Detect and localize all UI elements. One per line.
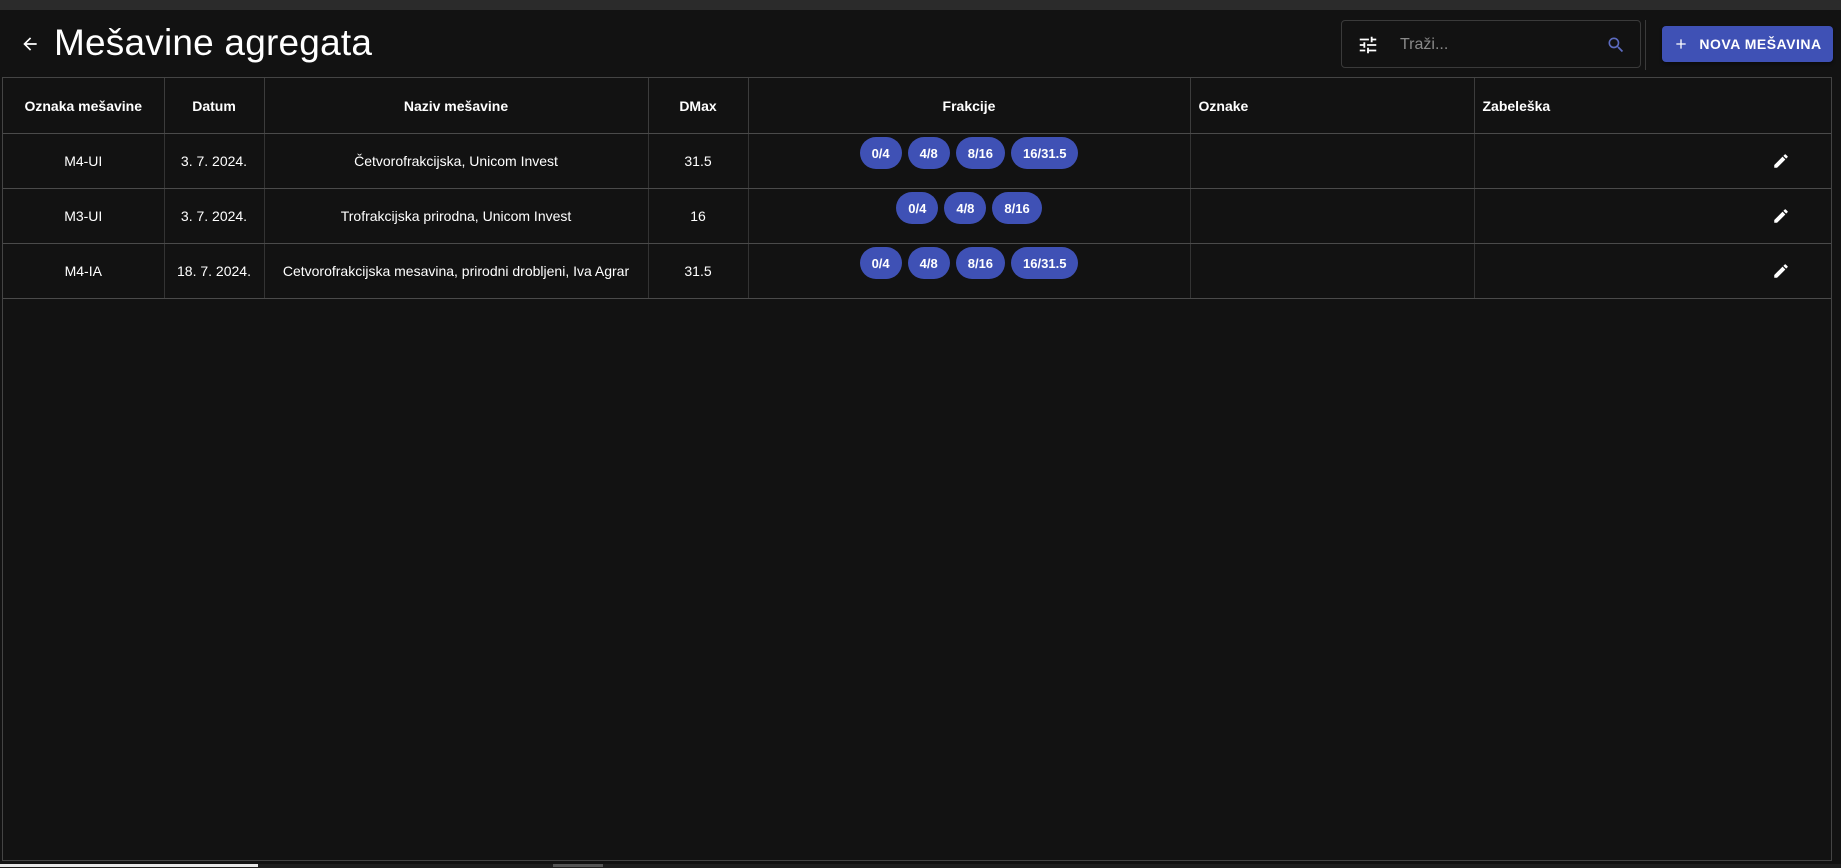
mixtures-table-container: Oznaka mešavine Datum Naziv mešavine DMa…	[2, 77, 1832, 861]
fraction-chip[interactable]: 4/8	[907, 137, 950, 169]
table-header-row: Oznaka mešavine Datum Naziv mešavine DMa…	[3, 78, 1831, 134]
search-box	[1341, 20, 1641, 68]
cell-dmax: 16	[648, 188, 749, 244]
search-input[interactable]	[1398, 29, 1602, 61]
cell-dmax: 31.5	[648, 133, 749, 189]
edit-icon	[1774, 154, 1788, 168]
cell-oznaka: M3-UI	[3, 188, 165, 244]
edit-icon	[1774, 209, 1788, 223]
arrow-back-icon	[23, 37, 37, 51]
col-header-datum[interactable]: Datum	[164, 78, 265, 134]
cell-zabeleska	[1474, 188, 1831, 244]
cell-zabeleska	[1474, 243, 1831, 299]
fraction-chip[interactable]: 4/8	[907, 247, 950, 279]
horizontal-scrollbar-thumb[interactable]	[553, 864, 603, 867]
cell-frakcije: 0/4 4/8 8/16 16/31.5	[748, 243, 1191, 299]
edit-row-button[interactable]	[1769, 259, 1793, 283]
bottom-progress-indicator	[0, 864, 258, 867]
cell-oznake	[1190, 243, 1475, 299]
col-header-oznaka[interactable]: Oznaka mešavine	[3, 78, 165, 134]
cell-frakcije: 0/4 4/8 8/16	[748, 188, 1191, 244]
cell-naziv: Trofrakcijska prirodna, Unicom Invest	[264, 188, 649, 244]
fraction-chip[interactable]: 0/4	[859, 137, 902, 169]
fraction-chip[interactable]: 8/16	[955, 247, 1006, 279]
plus-icon	[1673, 36, 1689, 52]
cell-datum: 3. 7. 2024.	[164, 188, 265, 244]
fraction-chip[interactable]: 8/16	[955, 137, 1006, 169]
fraction-chip[interactable]: 8/16	[992, 192, 1042, 224]
col-header-frakcije[interactable]: Frakcije	[748, 78, 1191, 134]
mixtures-table: Oznaka mešavine Datum Naziv mešavine DMa…	[3, 78, 1831, 299]
filter-button[interactable]	[1356, 33, 1380, 57]
cell-naziv: Cetvorofrakcijska mesavina, prirodni dro…	[264, 243, 649, 299]
table-row[interactable]: M4-IA 18. 7. 2024. Cetvorofrakcijska mes…	[3, 243, 1831, 299]
cell-oznaka: M4-UI	[3, 133, 165, 189]
edit-row-button[interactable]	[1769, 204, 1793, 228]
search-button[interactable]	[1604, 33, 1628, 57]
back-button[interactable]	[16, 30, 44, 58]
col-header-zabeleska[interactable]: Zabeleška	[1474, 78, 1831, 134]
col-header-naziv[interactable]: Naziv mešavine	[264, 78, 649, 134]
edit-icon	[1774, 264, 1788, 278]
fraction-chip[interactable]: 0/4	[896, 192, 939, 224]
window-top-strip	[0, 0, 1841, 10]
cell-oznake	[1190, 133, 1475, 189]
fraction-chip[interactable]: 0/4	[859, 247, 902, 279]
fraction-chip[interactable]: 16/31.5	[1011, 247, 1079, 279]
search-icon	[1608, 37, 1624, 53]
cell-oznake	[1190, 188, 1475, 244]
table-row[interactable]: M3-UI 3. 7. 2024. Trofrakcijska prirodna…	[3, 188, 1831, 244]
page-header: Mešavine agregata NOVA MEŠAVINA	[0, 10, 1841, 76]
edit-row-button[interactable]	[1769, 149, 1793, 173]
cell-oznaka: M4-IA	[3, 243, 165, 299]
fraction-chip[interactable]: 16/31.5	[1011, 137, 1079, 169]
tune-icon	[1359, 36, 1377, 54]
cell-zabeleska	[1474, 133, 1831, 189]
header-divider	[1645, 20, 1646, 70]
cell-dmax: 31.5	[648, 243, 749, 299]
page-title: Mešavine agregata	[54, 22, 373, 63]
col-header-dmax[interactable]: DMax	[648, 78, 749, 134]
col-header-oznake[interactable]: Oznake	[1190, 78, 1475, 134]
cell-datum: 3. 7. 2024.	[164, 133, 265, 189]
cell-frakcije: 0/4 4/8 8/16 16/31.5	[748, 133, 1191, 189]
bottom-scrollbar-track	[0, 864, 1841, 868]
new-mixture-button[interactable]: NOVA MEŠAVINA	[1662, 26, 1833, 62]
table-row[interactable]: M4-UI 3. 7. 2024. Četvorofrakcijska, Uni…	[3, 133, 1831, 189]
fraction-chip[interactable]: 4/8	[944, 192, 987, 224]
cell-datum: 18. 7. 2024.	[164, 243, 265, 299]
cell-naziv: Četvorofrakcijska, Unicom Invest	[264, 133, 649, 189]
new-mixture-label: NOVA MEŠAVINA	[1699, 36, 1822, 52]
